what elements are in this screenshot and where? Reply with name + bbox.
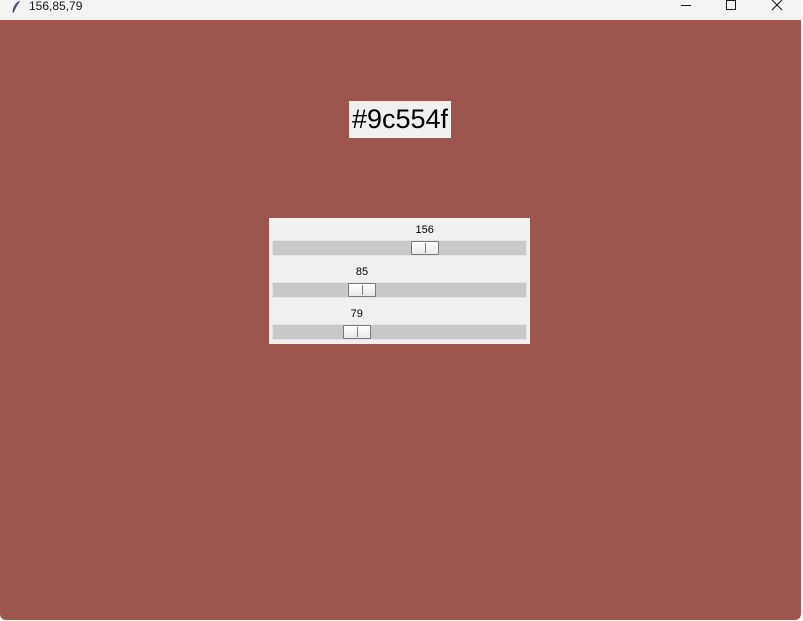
red-slider-thumb[interactable] — [410, 241, 439, 255]
blue-slider-thumb[interactable] — [342, 325, 371, 339]
red-slider-trough[interactable] — [272, 240, 527, 256]
green-value-label: 85 — [355, 266, 369, 278]
green-scale[interactable]: 85 — [269, 260, 530, 302]
green-slider-trough[interactable] — [272, 282, 527, 298]
blue-value-label: 79 — [350, 308, 363, 320]
green-slider-thumb[interactable] — [348, 283, 376, 297]
minimize-icon — [681, 5, 691, 6]
slider-panel: 156 85 79 — [269, 218, 530, 344]
app-window: 156,85,79 #9c554f 156 85 79 — [0, 0, 801, 620]
red-scale[interactable]: 156 — [269, 218, 530, 260]
blue-scale[interactable]: 79 — [269, 302, 530, 344]
blue-slider-trough[interactable] — [272, 324, 527, 340]
window-title: 156,85,79 — [29, 0, 83, 13]
maximize-button[interactable] — [708, 0, 754, 20]
feather-icon — [12, 0, 20, 13]
minimize-button[interactable] — [663, 0, 709, 20]
red-value-label: 156 — [415, 224, 434, 236]
close-button[interactable] — [754, 0, 800, 20]
close-icon — [771, 0, 783, 11]
hex-color-label: #9c554f — [349, 101, 451, 138]
maximize-icon — [726, 0, 736, 10]
title-bar[interactable]: 156,85,79 — [0, 0, 801, 20]
